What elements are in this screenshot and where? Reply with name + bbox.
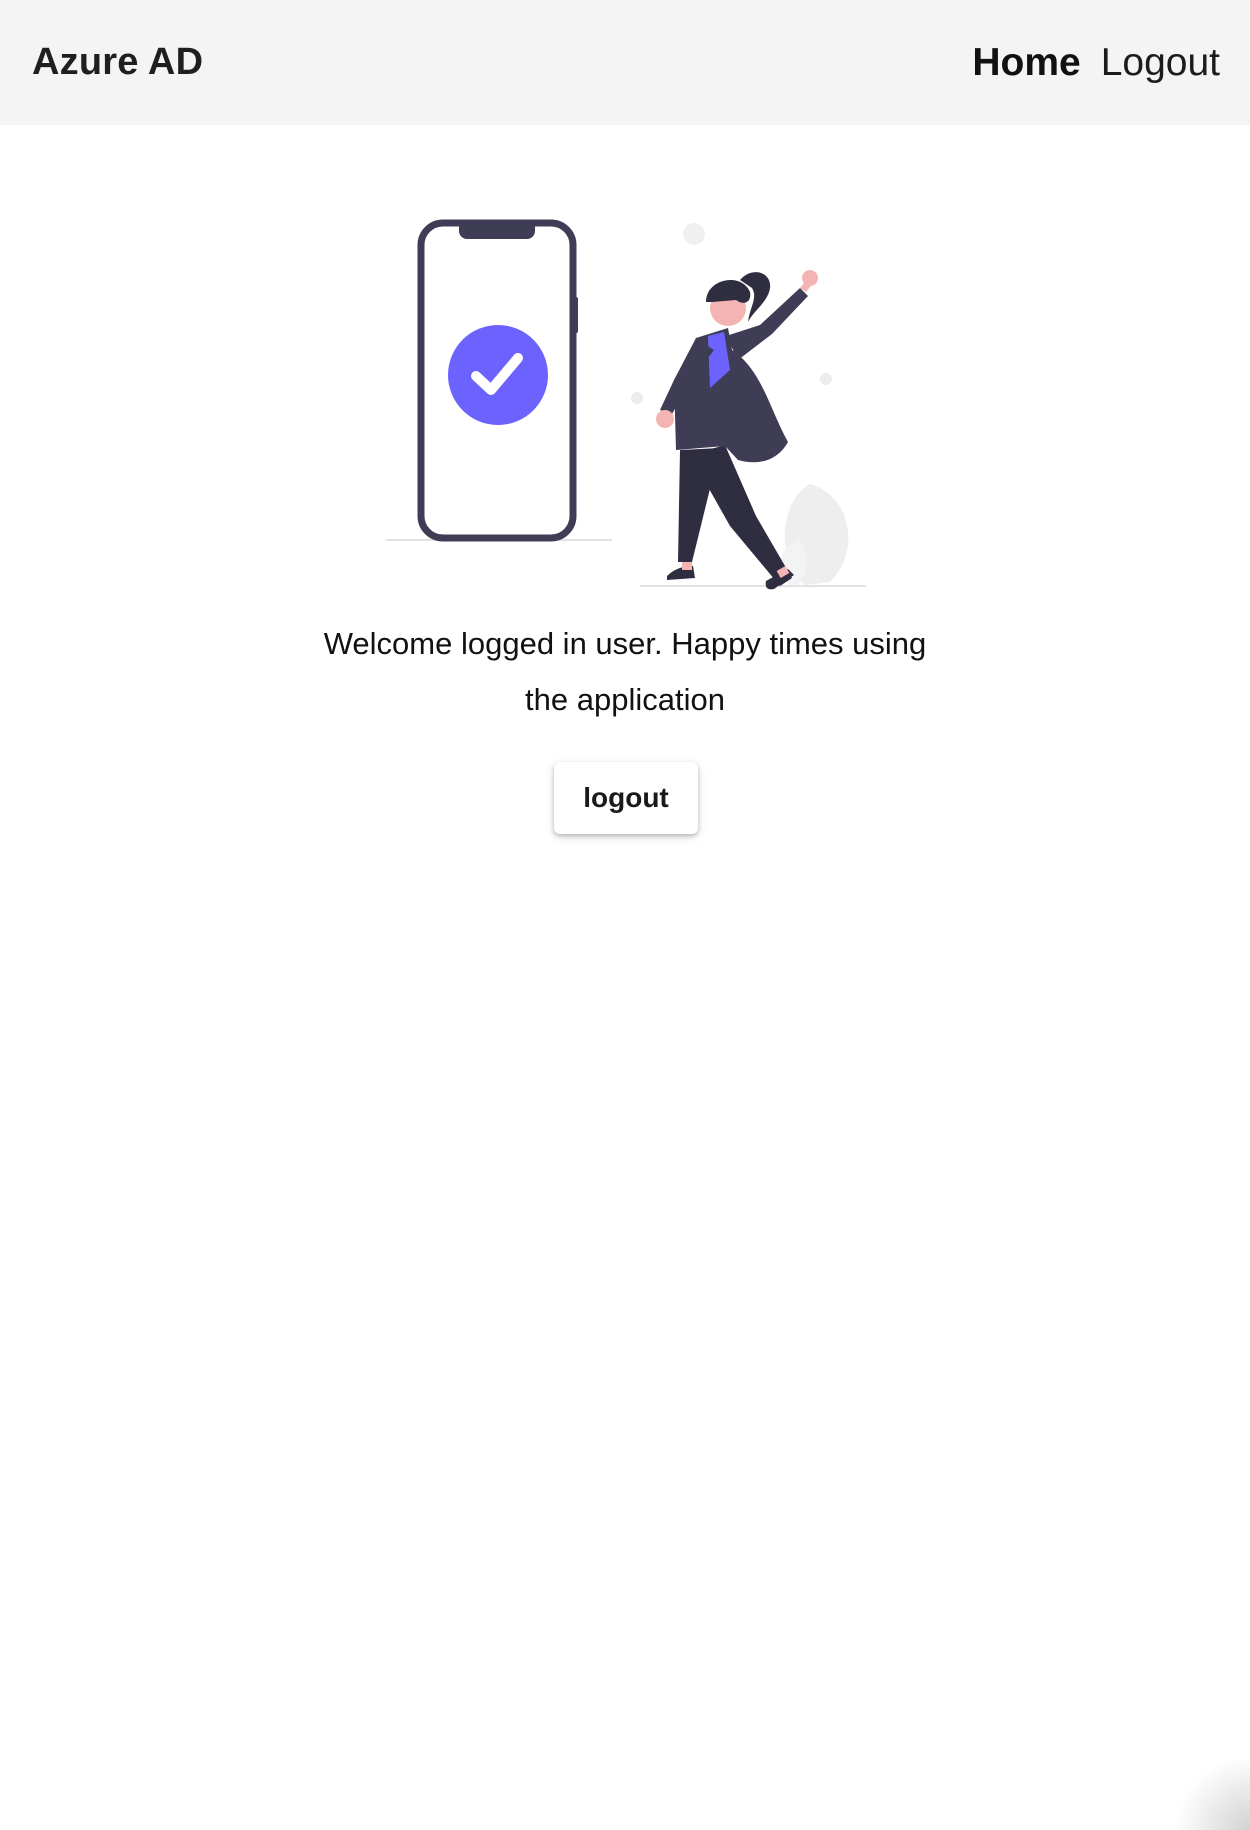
phone-check-illustration (386, 219, 866, 590)
decor-dot (820, 373, 832, 385)
decor-dot (631, 392, 643, 404)
check-circle-icon (448, 325, 548, 425)
welcome-line-2: the application (525, 682, 725, 717)
decor-dot (683, 223, 705, 245)
window-corner-shadow (1170, 1760, 1250, 1830)
welcome-line-1: Welcome logged in user. Happy times usin… (323, 626, 927, 661)
welcome-message: Welcome logged in user. Happy times usin… (0, 616, 1250, 728)
top-nav: Home Logout (972, 41, 1220, 85)
plant-icon (779, 484, 849, 585)
page: Azure AD Home Logout Welcome logged in u… (0, 0, 1250, 1830)
logout-button[interactable]: logout (554, 762, 698, 834)
nav-home-link[interactable]: Home (972, 41, 1080, 85)
nav-logout-link[interactable]: Logout (1101, 41, 1220, 85)
brand-title: Azure AD (32, 41, 204, 83)
app-bar: Azure AD Home Logout (0, 0, 1250, 125)
